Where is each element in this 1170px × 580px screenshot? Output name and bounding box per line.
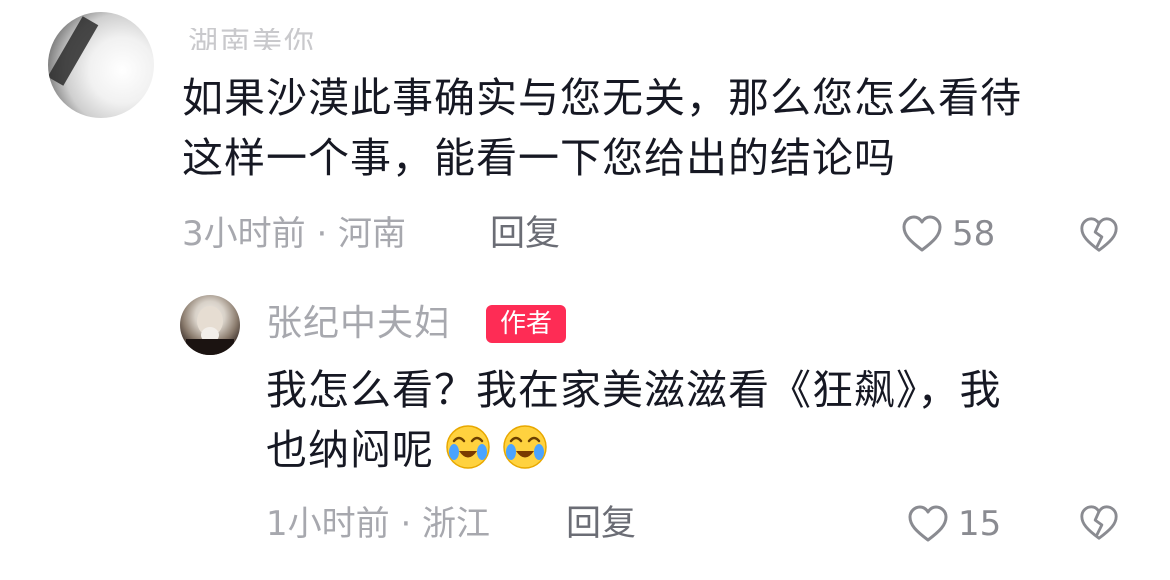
reply-author-username[interactable]: 张纪中夫妇 xyxy=(266,302,451,346)
reply-like-button[interactable]: 15 xyxy=(906,502,1001,546)
comment-like-button[interactable]: 58 xyxy=(900,212,995,256)
comment-text-line-1: 如果沙漠此事确实与您无关，那么您怎么看待 xyxy=(182,74,1022,122)
reply-author-avatar[interactable] xyxy=(180,295,240,355)
broken-heart-icon xyxy=(1078,502,1120,544)
author-badge: 作者 xyxy=(486,305,566,343)
reply-text-line-2: 也纳闷呢 xyxy=(266,426,434,474)
reply-reply-button[interactable]: 回复 xyxy=(566,504,636,544)
broken-heart-icon xyxy=(1078,214,1120,256)
heart-outline-icon xyxy=(906,502,950,546)
comment-reply-button[interactable]: 回复 xyxy=(490,214,560,254)
reply-text-line-1: 我怎么看？我在家美滋滋看《狂飙》，我 xyxy=(266,366,1002,414)
comment-time-location: 3小时前 · 河南 xyxy=(182,214,407,254)
comment-text-line-2: 这样一个事，能看一下您给出的结论吗 xyxy=(182,134,896,182)
commenter-username[interactable]: 湖南美你 xyxy=(188,28,316,50)
crying-laughing-emoji xyxy=(445,424,491,470)
reply-like-count: 15 xyxy=(958,504,1002,544)
heart-outline-icon xyxy=(900,212,944,256)
reply-text-line-2-wrap: 也纳闷呢 xyxy=(266,420,548,480)
crying-laughing-emoji xyxy=(502,424,548,470)
comment-like-count: 58 xyxy=(952,214,996,254)
reply-dislike-button[interactable] xyxy=(1078,502,1120,544)
commenter-avatar[interactable] xyxy=(48,12,154,118)
comment-dislike-button[interactable] xyxy=(1078,214,1120,256)
reply-time-location: 1小时前 · 浙江 xyxy=(266,504,491,544)
